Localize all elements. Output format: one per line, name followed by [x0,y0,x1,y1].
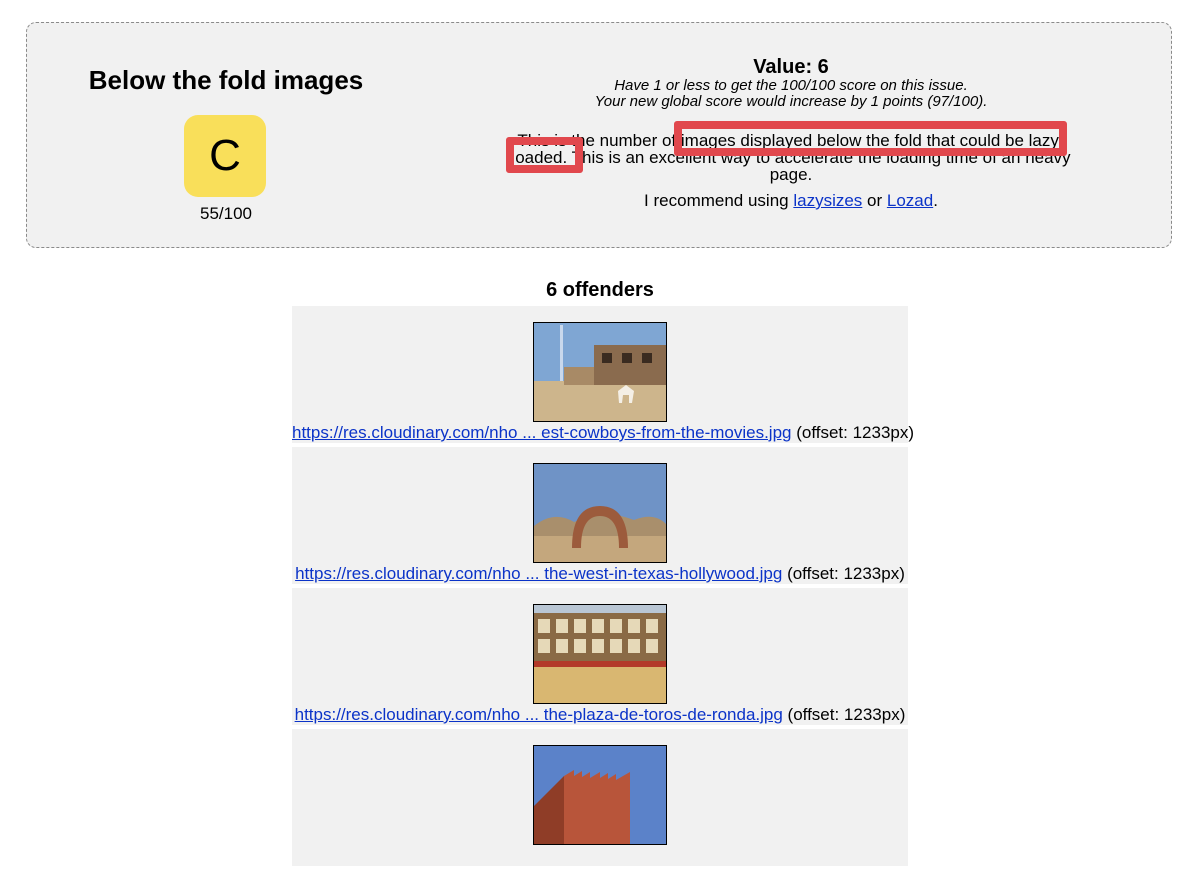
offender-offset: (offset: 1233px) [791,423,915,442]
recommend-suffix: . [933,191,938,210]
offender-thumbnail[interactable] [533,604,667,704]
recommend-mid: or [862,191,887,210]
rule-panel: Below the fold images C 55/100 Value: 6 … [26,22,1172,248]
offender-thumbnail[interactable] [533,322,667,422]
western-town-image [534,323,666,421]
rule-details: Value: 6 Have 1 or less to get the 100/1… [487,23,1095,211]
offender-item: https://res.cloudinary.com/nho ... the-w… [292,447,908,584]
offender-item: https://res.cloudinary.com/nho ... the-p… [292,588,908,725]
rule-title: Below the fold images [88,65,364,95]
highlight-box-images-lazy [674,121,1067,156]
recommendation: I recommend using lazysizes or Lozad. [487,191,1095,211]
bullring-image [534,605,666,703]
offender-url-link[interactable]: https://res.cloudinary.com/nho ... est-c… [292,423,791,442]
offender-line: https://res.cloudinary.com/nho ... est-c… [292,423,914,443]
offender-url-link[interactable]: https://res.cloudinary.com/nho ... the-p… [295,705,783,724]
rule-summary: Below the fold images C 55/100 [27,23,425,247]
offenders-title: 6 offenders [546,279,654,301]
rule-value: Value: 6 [753,56,829,78]
offender-thumbnail[interactable] [533,745,667,845]
rule-description-block: This is the number of images displayed b… [487,121,1095,183]
offender-item: https://res.cloudinary.com/nho ... est-c… [292,306,914,443]
red-tower-image [534,746,666,844]
offender-offset: (offset: 1233px) [782,705,906,724]
stone-arch-image [534,464,666,562]
hint-line-2: Your new global score would increase by … [594,93,988,110]
offender-thumbnail[interactable] [533,463,667,563]
offender-line: https://res.cloudinary.com/nho ... the-p… [292,705,908,725]
rule-score: 55/100 [200,204,252,223]
grade-badge: C [184,115,266,197]
highlight-box-loaded [506,137,583,173]
hint-line-1: Have 1 or less to get the 100/100 score … [614,77,968,94]
offenders-list: https://res.cloudinary.com/nho ... est-c… [292,306,914,870]
lozad-link[interactable]: Lozad [887,191,933,210]
offender-url-link[interactable]: https://res.cloudinary.com/nho ... the-w… [295,564,782,583]
offender-item [292,729,908,866]
offender-offset: (offset: 1233px) [782,564,905,583]
offender-line: https://res.cloudinary.com/nho ... the-w… [292,564,908,584]
recommend-prefix: I recommend using [644,191,794,210]
lazysizes-link[interactable]: lazysizes [793,191,862,210]
